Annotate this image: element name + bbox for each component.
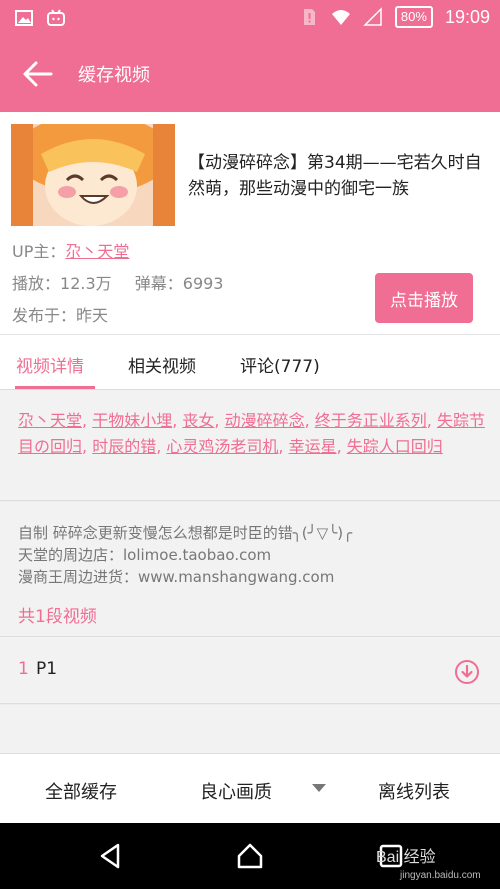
chevron-down-icon[interactable] — [312, 784, 326, 792]
tag-link[interactable]: 干物妹小埋 — [92, 411, 172, 430]
page-title: 缓存视频 — [78, 65, 150, 86]
tag-link[interactable]: 失踪人口回归 — [347, 437, 443, 456]
tag-link[interactable]: 尕丶天堂 — [18, 411, 82, 430]
battery-indicator: 80% — [394, 6, 433, 28]
nav-home-icon[interactable] — [235, 841, 265, 871]
video-description: 自制 碎碎念更新变慢怎么想都是时臣的错╮(╯▽╰)╭ 天堂的周边店：lolimo… — [0, 502, 500, 636]
list-blank-area — [0, 705, 500, 753]
nav-back-icon[interactable] — [96, 841, 126, 871]
quality-selector[interactable]: 良心画质 — [200, 778, 272, 804]
danmaku-label: 弹幕： — [134, 274, 183, 293]
segment-count: 共1段视频 — [18, 607, 97, 627]
offline-list-button[interactable]: 离线列表 — [378, 778, 450, 804]
video-info-card: 【动漫碎碎念】第34期——宅若久时自然萌，那些动漫中的御宅一族 UP主：尕丶天堂… — [0, 112, 500, 334]
play-button[interactable]: 点击播放 — [375, 273, 473, 323]
watermark-url: jingyan.baidu.com — [400, 870, 481, 881]
tab-comments[interactable]: 评论(777) — [240, 352, 320, 377]
uploader-link[interactable]: 尕丶天堂 — [65, 242, 129, 261]
signal-icon — [363, 7, 382, 26]
description-line: 漫商王周边进货：www.manshangwang.com — [18, 568, 335, 586]
app-bar: 缓存视频 — [0, 36, 500, 112]
tab-related[interactable]: 相关视频 — [128, 352, 196, 377]
stats-row: 播放：12.3万 弹幕：6993 — [12, 270, 223, 294]
video-thumbnail[interactable] — [11, 124, 175, 226]
tag-link[interactable]: 幸运星 — [289, 437, 337, 456]
watermark-text: Bai 经验 — [376, 849, 436, 866]
plays-label: 播放： — [12, 274, 61, 293]
download-icon[interactable] — [454, 659, 480, 685]
segment-index: 1 — [18, 659, 29, 679]
segment-row[interactable]: 1 P1 — [0, 636, 500, 704]
wifi-icon — [331, 10, 350, 25]
published-label: 发布于： — [12, 306, 77, 325]
bottom-action-bar: 全部缓存 良心画质 离线列表 — [0, 753, 500, 823]
sim-alert-icon — [303, 9, 315, 25]
tab-indicator — [15, 386, 95, 389]
tag-link[interactable]: 心灵鸡汤老司机 — [166, 437, 278, 456]
tag-list: 尕丶天堂, 干物妹小埋, 丧女, 动漫碎碎念, 终于务正业系列, 失踪节目の回归… — [0, 390, 500, 501]
published-row: 发布于：昨天 — [12, 302, 108, 326]
tab-details[interactable]: 视频详情 — [16, 352, 84, 377]
tag-link[interactable]: 丧女 — [182, 411, 214, 430]
plays-count: 12.3万 — [60, 274, 112, 293]
uploader-label: UP主： — [12, 242, 66, 261]
published-date: 昨天 — [76, 306, 109, 325]
tag-link[interactable]: 终于务正业系列 — [315, 411, 427, 430]
system-nav-bar: Bai 经验 jingyan.baidu.com — [0, 823, 500, 889]
back-arrow-icon[interactable] — [22, 60, 54, 88]
uploader-row: UP主：尕丶天堂 — [12, 238, 129, 262]
tag-link[interactable]: 时辰的错 — [92, 437, 156, 456]
segment-name: P1 — [36, 659, 58, 679]
image-icon — [15, 10, 33, 26]
tab-bar: 视频详情 相关视频 评论(777) — [0, 334, 500, 390]
bilibili-icon — [47, 9, 65, 26]
status-bar: 80% 19:09 — [0, 0, 500, 36]
description-line: 自制 碎碎念更新变慢怎么想都是时臣的错╮(╯▽╰)╭ — [18, 524, 353, 542]
tag-link[interactable]: 动漫碎碎念 — [225, 411, 305, 430]
danmaku-count: 6993 — [182, 274, 224, 293]
cache-all-button[interactable]: 全部缓存 — [45, 778, 117, 804]
video-title: 【动漫碎碎念】第34期——宅若久时自然萌，那些动漫中的御宅一族 — [188, 153, 482, 199]
description-line: 天堂的周边店：lolimoe.taobao.com — [18, 546, 272, 564]
clock: 19:09 — [444, 6, 490, 27]
